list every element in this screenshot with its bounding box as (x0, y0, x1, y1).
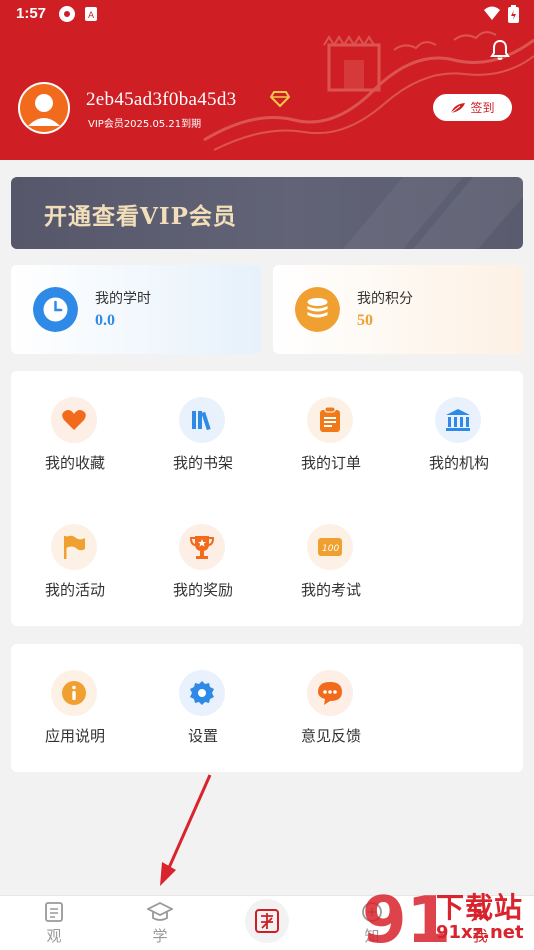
username: 2eb45ad3f0ba45d3 (86, 89, 237, 110)
nav-label: 观 (46, 927, 62, 945)
menu-label: 我的订单 (300, 454, 361, 472)
menu-item-activities[interactable]: 我的活动 (11, 498, 139, 599)
nav-center-button[interactable] (245, 899, 289, 943)
svg-text:A: A (88, 11, 95, 21)
menu-label: 我的收藏 (44, 454, 105, 472)
vpn-icon (59, 6, 75, 22)
menu-label: 应用说明 (44, 727, 105, 745)
exam-icon: 100 (318, 538, 342, 556)
vip-diamond-icon[interactable] (270, 90, 290, 108)
menu-item-app-info[interactable]: 应用说明 (11, 644, 139, 745)
menu-item-settings[interactable]: 设置 (139, 644, 267, 745)
seal-logo-icon (255, 909, 279, 933)
menu-item-orders[interactable]: 我的订单 (267, 371, 395, 472)
graduation-cap-icon (147, 901, 173, 921)
nav-label: 学 (152, 927, 168, 945)
svg-text:100: 100 (322, 544, 339, 554)
watermark-text: 下载站 (436, 891, 524, 924)
menu-item-institution[interactable]: 我的机构 (395, 371, 523, 472)
institution-icon (446, 409, 470, 431)
menu-label: 设置 (187, 727, 218, 745)
checkin-button[interactable]: 签到 (433, 94, 512, 121)
flag-icon (64, 535, 85, 559)
vip-banner-text: 开通查看VIP会员 (44, 203, 237, 230)
menu-label: 我的奖励 (172, 581, 233, 599)
heart-icon (62, 410, 86, 430)
stat-points-label: 我的积分 (357, 291, 413, 307)
menu-label: 我的机构 (428, 454, 489, 472)
user-avatar-icon (20, 84, 68, 132)
order-icon (320, 407, 340, 432)
menu-item-bookshelf[interactable]: 我的书架 (139, 371, 267, 472)
stat-hours-label: 我的学时 (95, 291, 151, 307)
stat-hours-value: 0.0 (95, 312, 115, 329)
menu-item-feedback[interactable]: 意见反馈 (267, 644, 395, 745)
stat-card-hours[interactable]: 我的学时 0.0 (11, 265, 261, 354)
clock-icon (33, 287, 78, 332)
banner-decoration (343, 177, 523, 249)
stat-card-points[interactable]: 我的积分 50 (273, 265, 523, 354)
vip-expire-text: VIP会员2025.05.21到期 (88, 119, 202, 130)
profile-header: 1:57 A 2eb45ad3f0ba45d3 VIP会员2025.05.21到… (0, 0, 534, 160)
menu-label: 我的考试 (300, 581, 361, 599)
nav-tab-watch[interactable]: 观 (24, 896, 84, 950)
coins-icon (295, 287, 340, 332)
annotation-arrow (160, 774, 212, 886)
main-menu-panel: 我的收藏 我的书架 我的订单 我的机构 我的活动 我的奖励 100 我的考试 (11, 371, 523, 626)
gear-icon (190, 681, 214, 705)
watermark-url: 91xz.net (436, 922, 524, 943)
avatar[interactable] (18, 82, 70, 134)
menu-item-favorites[interactable]: 我的收藏 (11, 371, 139, 472)
trophy-icon (189, 536, 215, 559)
stat-points-value: 50 (357, 312, 373, 329)
wifi-icon (484, 6, 500, 20)
bookshelf-icon (192, 411, 211, 431)
nav-tab-learn[interactable]: 学 (130, 896, 190, 950)
battery-icon (508, 5, 519, 23)
info-icon (62, 681, 86, 705)
status-time: 1:57 (16, 5, 47, 22)
document-icon (45, 902, 63, 922)
menu-item-exams[interactable]: 100 我的考试 (267, 498, 395, 599)
status-bar: 1:57 A (0, 0, 534, 28)
secondary-menu-panel: 应用说明 设置 意见反馈 (11, 644, 523, 772)
menu-label: 我的书架 (172, 454, 233, 472)
checkin-label: 签到 (470, 101, 495, 115)
bell-icon[interactable] (488, 38, 512, 62)
menu-label: 意见反馈 (300, 727, 361, 745)
menu-label: 我的活动 (44, 581, 105, 599)
notification-a-icon: A (85, 7, 97, 21)
menu-item-rewards[interactable]: 我的奖励 (139, 498, 267, 599)
vip-banner[interactable]: 开通查看VIP会员 (11, 177, 523, 249)
feedback-icon (318, 682, 342, 705)
feather-icon (451, 102, 466, 113)
